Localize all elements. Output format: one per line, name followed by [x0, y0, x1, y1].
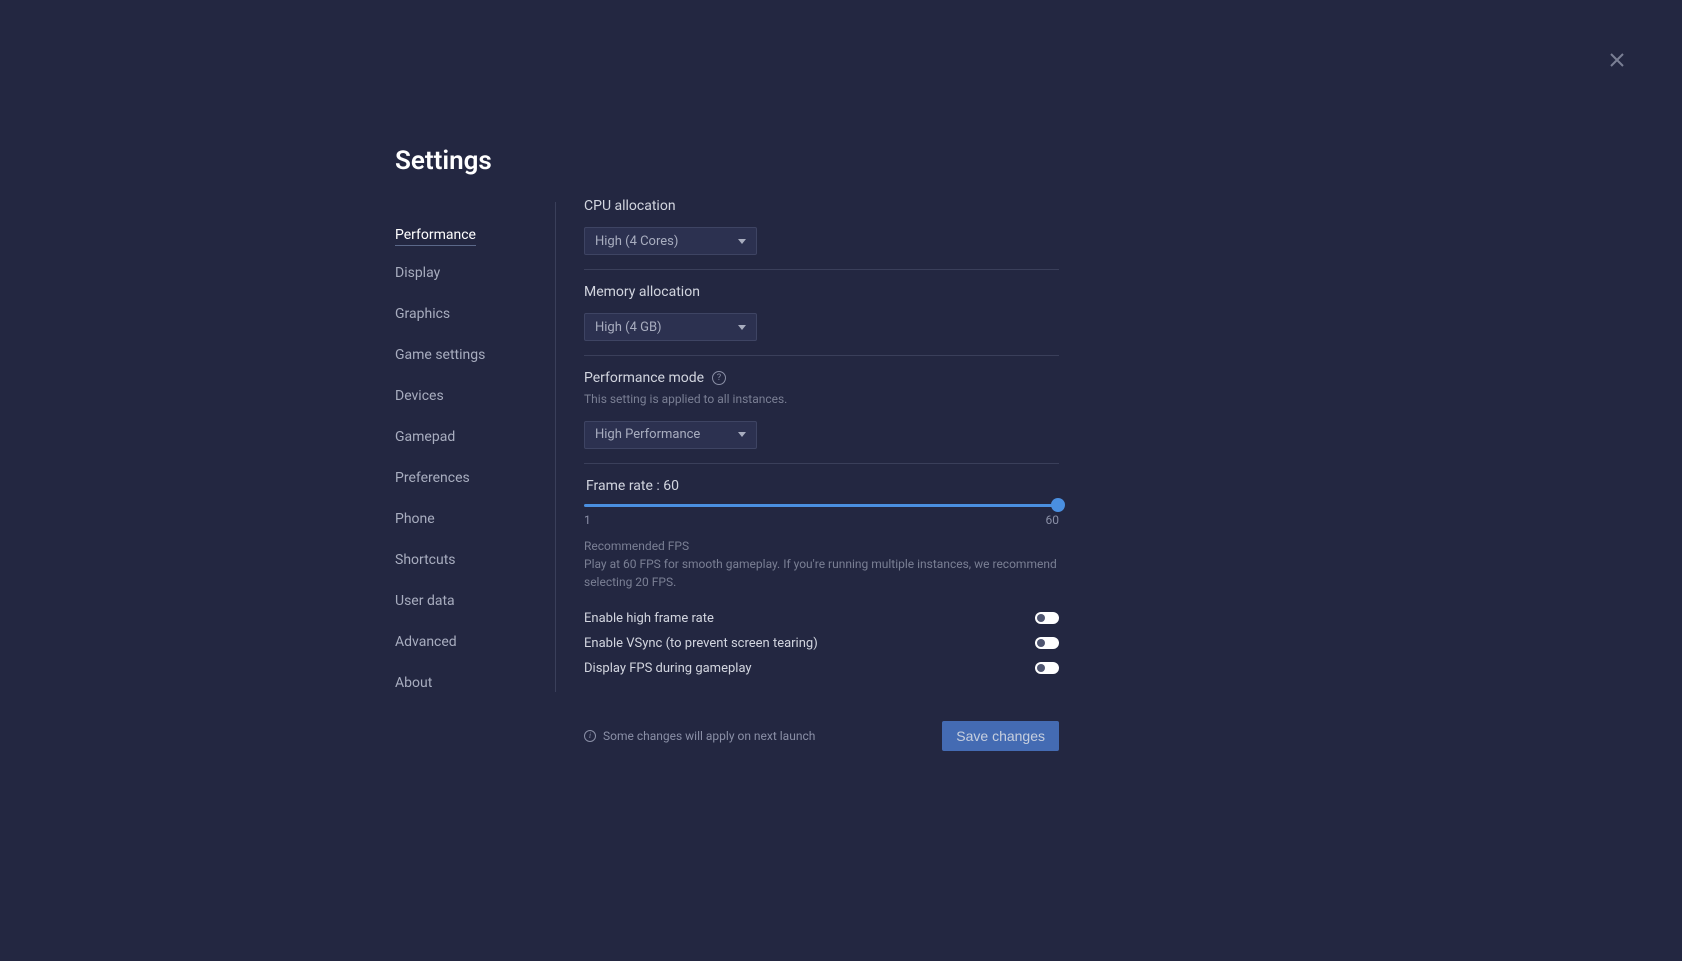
slider-min: 1: [584, 513, 591, 527]
nav-item-gamepad[interactable]: Gamepad: [395, 423, 455, 451]
nav-item-devices[interactable]: Devices: [395, 382, 444, 410]
info-icon: i: [584, 730, 596, 742]
slider-thumb[interactable]: [1051, 498, 1065, 512]
page-title: Settings: [395, 146, 555, 176]
cpu-label: CPU allocation: [584, 198, 1059, 214]
toggle-vsync-label: Enable VSync (to prevent screen tearing): [584, 636, 818, 651]
nav-item-shortcuts[interactable]: Shortcuts: [395, 546, 456, 574]
perfmode-select-value: High Performance: [595, 427, 700, 442]
memory-select-value: High (4 GB): [595, 320, 662, 335]
cpu-select-value: High (4 Cores): [595, 234, 678, 249]
toggle-display-fps-label: Display FPS during gameplay: [584, 661, 752, 676]
footer-note-text: Some changes will apply on next launch: [603, 729, 815, 743]
frame-rate-label: Frame rate : 60: [584, 478, 1059, 494]
nav-item-display[interactable]: Display: [395, 259, 440, 287]
toggle-high-frame-label: Enable high frame rate: [584, 611, 714, 626]
settings-nav: Performance Display Graphics Game settin…: [395, 214, 555, 703]
perfmode-note: This setting is applied to all instances…: [584, 391, 1059, 408]
chevron-down-icon: [738, 432, 746, 437]
toggle-vsync[interactable]: [1035, 637, 1059, 649]
recommended-fps-text: Play at 60 FPS for smooth gameplay. If y…: [584, 555, 1059, 591]
nav-item-performance[interactable]: Performance: [395, 221, 476, 246]
nav-item-about[interactable]: About: [395, 669, 432, 697]
close-icon[interactable]: [1607, 50, 1627, 70]
toggle-high-frame[interactable]: [1035, 612, 1059, 624]
nav-item-user-data[interactable]: User data: [395, 587, 455, 615]
nav-item-preferences[interactable]: Preferences: [395, 464, 470, 492]
nav-item-graphics[interactable]: Graphics: [395, 300, 450, 328]
recommended-fps-title: Recommended FPS: [584, 539, 1059, 553]
nav-item-game-settings[interactable]: Game settings: [395, 341, 485, 369]
frame-rate-slider[interactable]: [584, 504, 1059, 507]
vertical-divider: [555, 202, 556, 692]
nav-item-phone[interactable]: Phone: [395, 505, 435, 533]
perfmode-select[interactable]: High Performance: [584, 421, 757, 449]
toggle-display-fps[interactable]: [1035, 662, 1059, 674]
cpu-select[interactable]: High (4 Cores): [584, 227, 757, 255]
slider-max: 60: [1046, 513, 1060, 527]
nav-item-advanced[interactable]: Advanced: [395, 628, 457, 656]
chevron-down-icon: [738, 239, 746, 244]
memory-select[interactable]: High (4 GB): [584, 313, 757, 341]
perfmode-label: Performance mode: [584, 370, 704, 386]
chevron-down-icon: [738, 325, 746, 330]
save-changes-button[interactable]: Save changes: [942, 721, 1059, 751]
memory-label: Memory allocation: [584, 284, 1059, 300]
help-icon[interactable]: ?: [712, 371, 726, 385]
